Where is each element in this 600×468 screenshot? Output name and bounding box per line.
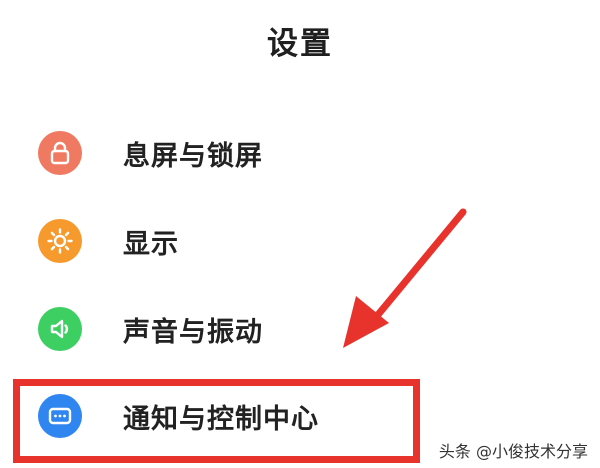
settings-item-label: 通知与控制中心 <box>123 403 319 435</box>
settings-list: 息屏与锁屏 显示 声音与振动 通知与控制中心 <box>0 0 600 468</box>
settings-item-notification-control-center[interactable]: 通知与控制中心 <box>38 393 319 439</box>
watermark: 头条 @小俊技术分享 <box>438 442 588 461</box>
lock-icon <box>38 131 82 175</box>
settings-item-lock-screen[interactable]: 息屏与锁屏 <box>38 130 263 176</box>
speaker-icon <box>38 307 82 351</box>
settings-item-label: 显示 <box>123 228 179 260</box>
settings-item-sound-vibration[interactable]: 声音与振动 <box>38 306 263 352</box>
settings-item-display[interactable]: 显示 <box>38 218 179 264</box>
sun-icon <box>38 219 82 263</box>
settings-item-label: 声音与振动 <box>123 316 263 348</box>
settings-item-label: 息屏与锁屏 <box>123 140 263 172</box>
notification-icon <box>38 394 82 438</box>
